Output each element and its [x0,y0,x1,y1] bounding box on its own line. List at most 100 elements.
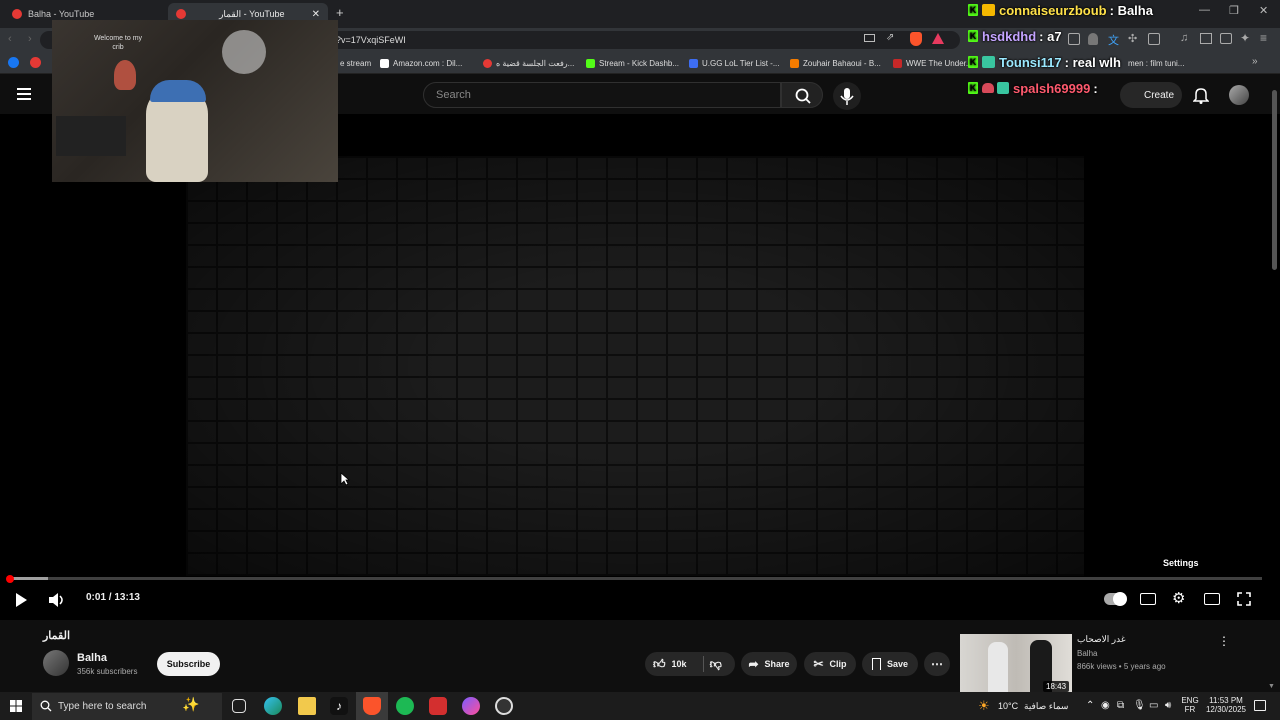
notification-center-icon[interactable] [1254,700,1266,711]
show-hidden-icons-icon[interactable]: ⌃ [1086,700,1094,711]
autoplay-toggle[interactable] [1104,592,1127,606]
weather-temp[interactable]: 10°C [998,701,1018,711]
puzzle-icon[interactable]: ✣ [1128,32,1137,45]
voice-search-button[interactable] [833,82,861,110]
minimize-icon[interactable]: — [1199,4,1210,16]
leo-ai-icon[interactable]: ✦ [1240,31,1250,45]
windows-start-icon[interactable] [10,700,22,712]
channel-avatar[interactable] [43,650,69,676]
share-button[interactable]: ➦ Share [741,652,797,676]
settings-gear-icon[interactable]: ⚙ [1172,591,1185,607]
bookmark-item[interactable]: Stream - Kick Dashb... [586,56,679,70]
menu-icon[interactable]: ≡ [1260,31,1267,45]
chat-message: K hsdkdhd : a7 [968,26,1062,46]
recommended-video-channel[interactable]: Balha [1077,649,1097,658]
file-explorer-icon[interactable] [298,697,316,715]
bookmark-item[interactable]: men : film tuni... [1128,56,1184,70]
channel-name[interactable]: Balha [77,652,107,664]
bookmark-item[interactable]: رفعت الجلسة قضية ه... [483,56,574,70]
share-label: Share [764,659,790,669]
close-window-icon[interactable]: ✕ [1259,4,1268,17]
recommended-video-duration: 18:43 [1043,681,1070,692]
one-piece-flag-icon [222,30,266,74]
dislike-icon[interactable]: 👎︎ [710,657,722,672]
forward-icon[interactable]: › [28,33,32,45]
wallet-extension-icon[interactable] [1220,33,1232,44]
streamer-cap [150,80,206,102]
like-count[interactable]: 10k [672,659,687,669]
bookmark-item[interactable]: e stream [340,56,371,70]
account-avatar[interactable] [1229,85,1249,105]
bookmark-item[interactable]: Amazon.com : Dil... [380,56,462,70]
save-button[interactable]: Save [862,652,918,676]
kick-badge-icon: K [968,4,978,16]
riot-client-icon[interactable] [429,697,447,715]
tab-label: Balha - YouTube [28,9,95,19]
extension-icon[interactable] [1068,33,1080,45]
shield-icon[interactable] [1088,33,1098,45]
device-icon[interactable]: ⧉ [1117,700,1124,711]
brave-rewards-icon[interactable] [932,33,944,44]
microphone-tray-icon[interactable]: 🎙︎ [1133,700,1146,711]
edge-icon[interactable] [264,697,282,715]
hat-badge-icon [982,83,994,93]
speaker-icon[interactable]: 🔊︎ [1165,700,1171,711]
clip-button[interactable]: ✂ Clip [804,652,856,676]
tiktok-icon[interactable]: ♪ [330,697,348,715]
subscribe-button[interactable]: Subscribe [157,652,220,676]
facebook-bookmark-icon[interactable] [8,57,19,68]
close-tab-icon[interactable]: ✕ [312,9,320,20]
wallet-icon[interactable] [1148,33,1160,45]
record-icon[interactable]: ◉ [1101,700,1110,711]
obs-icon[interactable] [495,697,513,715]
back-icon[interactable]: ‹ [8,33,12,45]
notifications-bell-icon[interactable] [1193,86,1209,104]
clock[interactable]: 11:53 PM 12/30/2025 [1202,696,1250,714]
youtube-bookmark-icon[interactable] [30,57,41,68]
language-indicator[interactable]: ENG FR [1181,696,1199,714]
sidebar-icon[interactable] [1200,33,1212,44]
music-icon[interactable]: ♫ [1180,32,1188,44]
weather-icon[interactable]: ☀ [978,698,990,714]
subscriber-badge-icon [982,4,995,16]
recommended-video-title[interactable]: غدر الاصحاب [1077,634,1126,645]
hamburger-menu-icon[interactable] [17,88,31,100]
cast-icon[interactable] [864,34,875,42]
search-input[interactable]: Search [423,82,781,108]
brave-shield-icon[interactable] [910,32,922,46]
theater-mode-icon[interactable] [1204,593,1220,605]
restore-icon[interactable]: ❐ [1229,4,1239,17]
more-actions-icon[interactable]: ⋯ [924,652,950,676]
brave-browser-icon[interactable] [363,697,381,715]
more-bookmarks-icon[interactable]: » [1252,56,1258,67]
bookmark-item[interactable]: WWE The Under... [893,56,973,70]
translate-icon[interactable]: 文 [1108,32,1119,48]
chat-username: spalsh69999 [1013,80,1091,96]
fullscreen-icon[interactable] [1237,592,1251,606]
like-icon[interactable]: 👍︎ [653,657,666,672]
mute-button[interactable] [48,592,66,608]
streaming-app-icon[interactable] [462,697,480,715]
progress-scrubber[interactable] [5,575,14,583]
search-highlight-icon[interactable]: ✨ [182,696,199,713]
recommended-more-icon[interactable]: ⋮ [1218,634,1230,648]
spotify-icon[interactable] [396,697,414,715]
bookmark-item[interactable]: U.GG LoL Tier List -... [689,56,780,70]
subtitles-icon[interactable] [1140,593,1156,605]
weather-description[interactable]: سماء صافية [1024,701,1068,712]
share-page-icon[interactable]: ⇗ [886,32,894,43]
thumbnail-figure [988,642,1008,692]
progress-bar[interactable] [8,577,1262,580]
new-tab-button[interactable]: + [336,5,344,20]
search-button[interactable] [781,82,823,108]
scroll-down-icon[interactable]: ▼ [1268,683,1275,690]
page-scrollbar[interactable] [1272,90,1277,270]
clip-label: Clip [829,659,847,669]
microphone-icon [840,88,854,105]
create-button[interactable]: Create [1120,82,1182,108]
play-button[interactable] [14,592,28,608]
task-view-icon[interactable] [232,699,246,713]
network-icon[interactable]: ▭ [1149,700,1158,711]
bookmark-item[interactable]: Zouhair Bahaoui - B... [790,56,881,70]
scissors-icon: ✂ [813,657,824,671]
